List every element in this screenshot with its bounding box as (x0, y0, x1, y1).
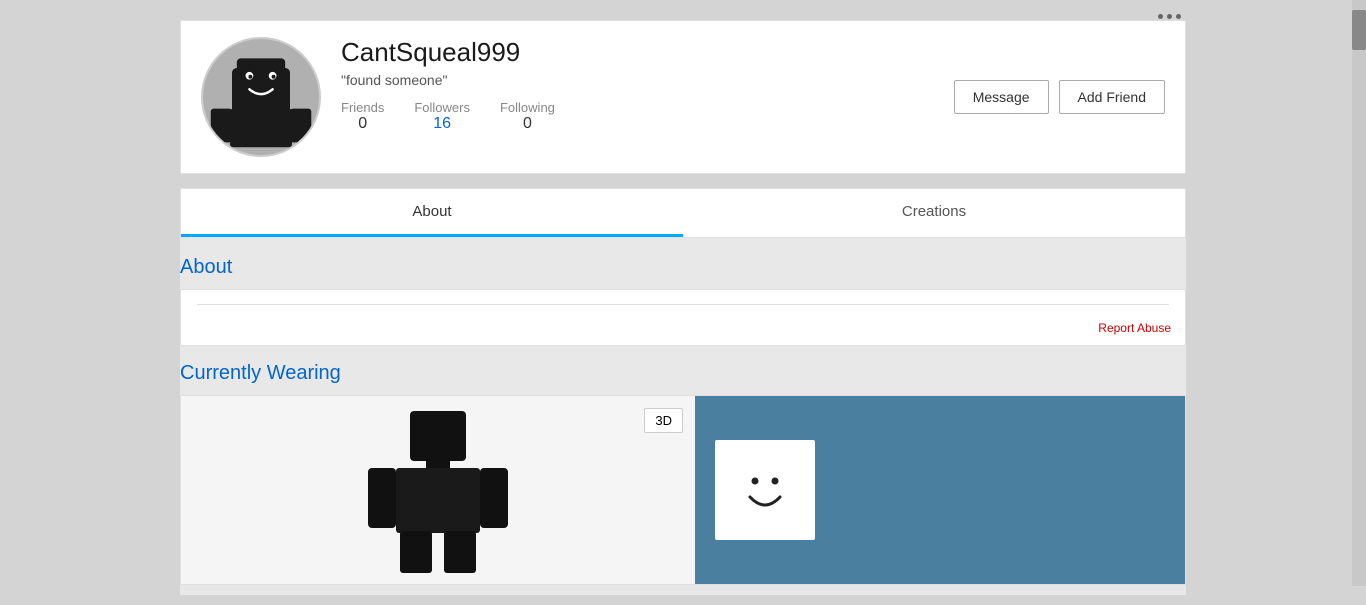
tab-about[interactable]: About (181, 189, 683, 237)
3d-button[interactable]: 3D (644, 408, 683, 433)
avatar (201, 37, 321, 157)
options-menu-button[interactable] (1158, 14, 1181, 19)
followers-value: 16 (433, 115, 451, 133)
friends-stat: Friends 0 (341, 100, 384, 133)
friends-value: 0 (358, 115, 367, 133)
scrollbar-track[interactable] (1352, 0, 1366, 586)
dot-icon (1158, 14, 1163, 19)
smiley-face-item (730, 455, 800, 525)
about-box: Report Abuse (180, 289, 1186, 346)
about-divider (197, 304, 1169, 305)
profile-info: CantSqueal999 "found someone" Friends 0 … (341, 37, 954, 133)
page-wrapper: CantSqueal999 "found someone" Friends 0 … (0, 0, 1366, 605)
wearing-items-panel (695, 396, 1185, 584)
tab-creations[interactable]: Creations (683, 189, 1185, 237)
avatar-image (203, 39, 319, 155)
wearing-3d-panel: 3D (181, 396, 695, 584)
following-stat: Following 0 (500, 100, 555, 133)
wearing-container: 3D (180, 395, 1186, 585)
followers-label: Followers (414, 100, 470, 115)
character-3d-view (358, 403, 518, 578)
scrollbar-thumb[interactable] (1352, 10, 1366, 50)
about-section-title: About (180, 248, 1186, 289)
dot-icon (1167, 14, 1172, 19)
username: CantSqueal999 (341, 37, 954, 68)
following-label: Following (500, 100, 555, 115)
following-value: 0 (523, 115, 532, 133)
status-text: "found someone" (341, 72, 954, 88)
tabs-container: About Creations (180, 188, 1186, 238)
currently-wearing-title: Currently Wearing (180, 354, 1186, 395)
profile-card: CantSqueal999 "found someone" Friends 0 … (180, 20, 1186, 174)
add-friend-button[interactable]: Add Friend (1059, 80, 1165, 114)
friends-label: Friends (341, 100, 384, 115)
stats-row: Friends 0 Followers 16 Following 0 (341, 100, 954, 133)
profile-actions: Message Add Friend (954, 80, 1165, 114)
report-abuse-link[interactable]: Report Abuse (1098, 321, 1171, 335)
message-button[interactable]: Message (954, 80, 1049, 114)
content-area: About Report Abuse Currently Wearing 3D (180, 238, 1186, 595)
dot-icon (1176, 14, 1181, 19)
followers-stat: Followers 16 (414, 100, 470, 133)
wearing-item-card[interactable] (715, 440, 815, 540)
